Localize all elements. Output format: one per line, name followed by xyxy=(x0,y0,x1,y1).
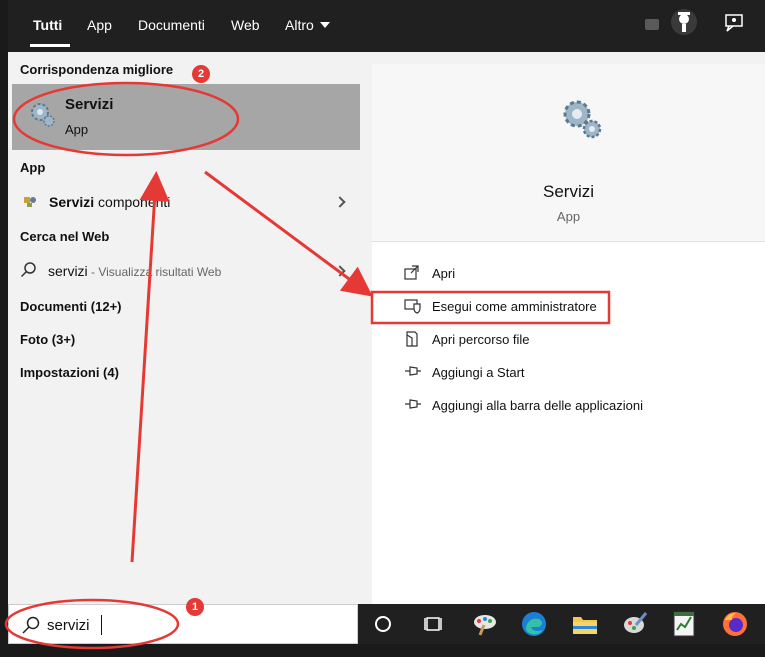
app-preview-card: Servizi App Apri Esegui come amministrat… xyxy=(372,64,765,604)
open-action[interactable]: Apri xyxy=(398,263,658,285)
app-preview-title: Servizi xyxy=(542,182,594,201)
rewards-icon[interactable] xyxy=(644,16,662,32)
web-search-query: servizi xyxy=(48,263,88,279)
taskbar-search-box[interactable]: servizi xyxy=(8,604,358,644)
component-services-bold: Servizi xyxy=(49,194,95,210)
open-file-location-action[interactable]: Apri percorso file xyxy=(398,329,598,351)
run-as-admin-label: Esegui come amministratore xyxy=(432,299,597,314)
desktop-edge xyxy=(0,0,8,657)
run-as-admin-action[interactable]: Esegui come amministratore xyxy=(398,296,638,318)
paint-brush-icon[interactable] xyxy=(622,611,648,637)
tab-more[interactable]: Altro xyxy=(285,16,330,34)
search-input[interactable]: servizi xyxy=(47,617,90,634)
tab-documents[interactable]: Documenti xyxy=(138,16,205,34)
open-file-location-label: Apri percorso file xyxy=(432,332,530,347)
pin-icon xyxy=(405,399,421,409)
services-gear-icon xyxy=(563,100,602,139)
chevron-right-icon xyxy=(334,265,346,277)
chevron-down-icon xyxy=(319,22,330,28)
pin-to-taskbar-action[interactable]: Aggiungi alla barra delle applicazioni xyxy=(398,395,698,417)
tab-web[interactable]: Web xyxy=(231,16,260,34)
component-services-item[interactable]: Servizi componenti xyxy=(20,192,350,214)
component-services-icon xyxy=(24,197,36,207)
app-preview-header: Servizi App xyxy=(372,64,765,242)
search-icon xyxy=(20,262,36,278)
component-services-rest: componenti xyxy=(94,194,171,210)
apps-heading: App xyxy=(20,160,46,175)
pin-icon xyxy=(405,366,421,376)
best-match-item[interactable]: Servizi App xyxy=(12,84,360,150)
services-gear-icon xyxy=(31,103,55,127)
tab-more-label: Altro xyxy=(285,17,314,33)
best-match-title: Servizi xyxy=(65,96,114,113)
active-tab-indicator xyxy=(30,44,70,47)
avatar-icon[interactable] xyxy=(670,8,698,36)
search-top-bar: Tutti App Documenti Web Altro xyxy=(0,0,765,52)
web-search-rest: - Visualizza risultati Web xyxy=(87,265,222,279)
tab-all[interactable]: Tutti xyxy=(33,16,62,34)
preview-pane: Servizi App Apri Esegui come amministrat… xyxy=(364,52,765,604)
pin-to-start-label: Aggiungi a Start xyxy=(432,365,525,380)
notepad-chart-icon[interactable] xyxy=(672,610,696,638)
app-preview-type: App xyxy=(556,209,581,224)
documents-heading[interactable]: Documenti (12+) xyxy=(20,299,122,314)
taskbar xyxy=(358,604,765,644)
text-cursor xyxy=(101,615,102,635)
best-match-subtitle: App xyxy=(65,122,89,137)
web-search-heading: Cerca nel Web xyxy=(20,229,110,244)
task-view-icon[interactable] xyxy=(424,615,442,633)
cortana-circle-icon[interactable] xyxy=(374,615,392,633)
firefox-icon[interactable] xyxy=(722,611,748,637)
file-location-icon xyxy=(406,331,418,347)
paint-icon[interactable] xyxy=(472,611,498,637)
best-match-heading: Corrispondenza migliore xyxy=(20,62,174,77)
chevron-right-icon xyxy=(334,196,346,208)
results-list: Corrispondenza migliore Servizi App App … xyxy=(8,52,364,604)
shield-icon xyxy=(404,299,421,314)
pin-to-taskbar-label: Aggiungi alla barra delle applicazioni xyxy=(432,398,644,413)
pin-to-start-action[interactable]: Aggiungi a Start xyxy=(398,362,598,384)
web-search-item[interactable]: servizi - Visualizza risultati Web xyxy=(20,261,350,283)
photos-heading[interactable]: Foto (3+) xyxy=(20,332,75,347)
open-action-label: Apri xyxy=(432,266,456,281)
settings-heading[interactable]: Impostazioni (4) xyxy=(20,365,119,380)
annotation-badge-1: 1 xyxy=(186,598,204,616)
edge-icon[interactable] xyxy=(521,611,547,637)
tab-apps[interactable]: App xyxy=(87,16,112,34)
file-explorer-icon[interactable] xyxy=(572,613,598,635)
search-icon xyxy=(22,616,40,634)
screen-bottom-edge xyxy=(0,644,765,657)
feedback-icon[interactable] xyxy=(724,13,746,33)
annotation-badge-2: 2 xyxy=(192,65,210,83)
open-icon xyxy=(404,265,419,280)
